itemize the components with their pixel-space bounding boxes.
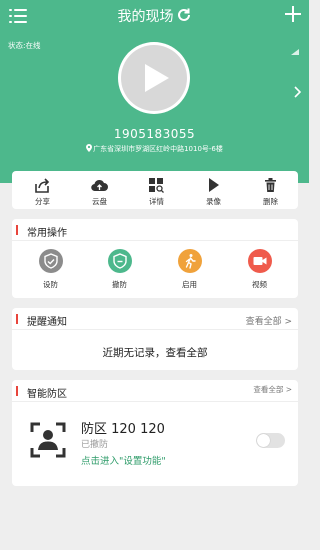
- zone-status: 已撤防: [81, 440, 109, 450]
- settings-link[interactable]: 点击进入"设置功能": [81, 453, 166, 467]
- share-icon: [14, 177, 71, 193]
- device-hero: 我的现场 状态:在线 1905183055 广东省深圳市罗湖区红岭中路1010号…: [0, 0, 309, 183]
- section-title: 提醒通知: [27, 317, 67, 328]
- zone-toggle[interactable]: [256, 433, 285, 448]
- chevron-right-icon[interactable]: [294, 83, 302, 102]
- device-phone: 1905183055: [113, 127, 196, 141]
- disarm-button[interactable]: 撤防: [84, 249, 155, 290]
- smart-zone-card: 智能防区 查看全部 > 防区 120 120 已撤防 点击进入"设置功能": [12, 380, 298, 486]
- user-frame-icon: [30, 422, 66, 462]
- reminder-notice-card: 提醒通知 查看全部 > 近期无记录，查看全部: [12, 308, 298, 370]
- signal-icon: [291, 40, 299, 59]
- record-button[interactable]: 录像: [185, 171, 242, 209]
- delete-button[interactable]: 删除: [242, 171, 299, 209]
- shield-arm-icon: [38, 249, 63, 273]
- video-button[interactable]: 视频: [224, 249, 295, 290]
- details-button[interactable]: 详情: [128, 171, 185, 209]
- details-grid-icon: [128, 177, 185, 193]
- record-play-icon: [185, 177, 242, 193]
- view-all-link[interactable]: 查看全部 >: [246, 314, 292, 327]
- shield-disarm-icon: [107, 249, 132, 273]
- section-title: 智能防区: [27, 389, 67, 400]
- cloud-button[interactable]: 云盘: [71, 171, 128, 209]
- walk-icon: [177, 249, 202, 273]
- empty-records-text[interactable]: 近期无记录，查看全部: [12, 345, 298, 360]
- view-all-link[interactable]: 查看全部 >: [253, 384, 292, 395]
- arm-button[interactable]: 设防: [15, 249, 86, 290]
- top-bar: 我的现场: [0, 0, 309, 34]
- device-toolbar: 分享 云盘 详情 录像 删除: [12, 171, 298, 209]
- device-address: 广东省深圳市罗湖区红岭中路1010号-6楼: [0, 144, 309, 154]
- page-title: 我的现场: [117, 9, 174, 25]
- play-icon[interactable]: [143, 62, 171, 98]
- section-title: 常用操作: [27, 228, 67, 239]
- refresh-icon[interactable]: [176, 7, 192, 27]
- trash-icon: [242, 177, 299, 193]
- location-pin-icon: [86, 144, 93, 152]
- zone-name: 防区 120 120: [81, 422, 165, 437]
- video-camera-icon: [247, 249, 272, 273]
- cloud-upload-icon: [71, 177, 128, 193]
- share-button[interactable]: 分享: [14, 171, 71, 209]
- status-text: 状态:在线: [8, 41, 41, 50]
- add-icon[interactable]: [285, 6, 301, 22]
- enable-button[interactable]: 启用: [154, 249, 225, 290]
- common-operations-card: 常用操作 设防 撤防 启用 视频: [12, 219, 298, 298]
